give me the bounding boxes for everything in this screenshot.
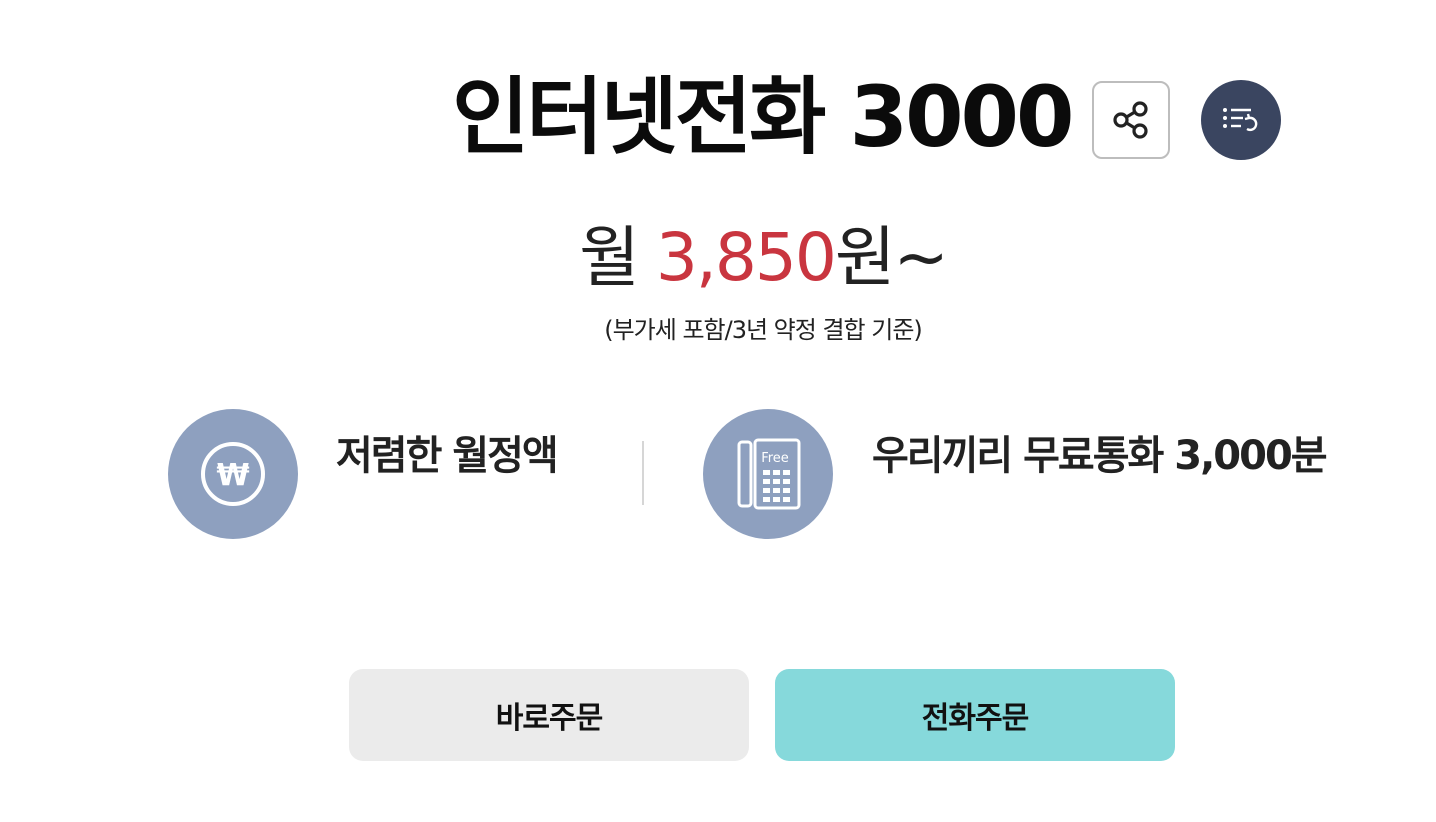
price-suffix: 원~	[834, 219, 949, 296]
svg-text:Free: Free	[761, 451, 789, 466]
feature-icon-badge-call: Free	[703, 409, 833, 539]
list-return-icon	[1223, 108, 1258, 132]
product-title: 인터넷전화 3000	[452, 68, 1074, 166]
feature-label-call: 우리끼리 무료통화 3,000분	[872, 433, 1328, 479]
free-phone-icon: Free	[737, 438, 801, 510]
share-icon	[1113, 101, 1148, 139]
feature-label-price: 저렴한 월정액	[336, 433, 559, 479]
list-back-button[interactable]	[1201, 80, 1281, 160]
direct-order-button[interactable]: 바로주문	[349, 669, 749, 761]
product-detail-page: 인터넷전화 3000 월 3,850원~ (부가세 포함/3년 약정 결합 기준)…	[0, 0, 1436, 822]
share-button[interactable]	[1092, 81, 1170, 159]
feature-divider	[642, 441, 644, 505]
svg-text:₩: ₩	[216, 458, 249, 493]
feature-icon-badge-price: ₩	[168, 409, 298, 539]
price-note: (부가세 포함/3년 약정 결합 기준)	[604, 316, 923, 344]
won-coin-icon: ₩	[201, 442, 265, 506]
monthly-price: 월 3,850원~	[0, 218, 1436, 298]
phone-order-button[interactable]: 전화주문	[775, 669, 1175, 761]
price-amount: 3,850	[655, 219, 837, 296]
price-prefix: 월	[579, 219, 640, 296]
